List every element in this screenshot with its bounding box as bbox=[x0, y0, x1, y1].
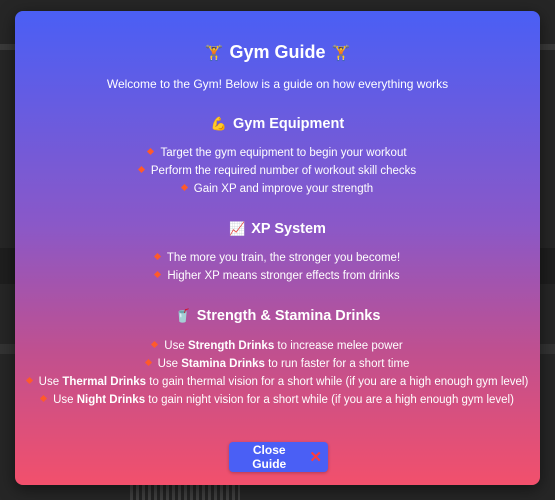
chart-increasing-icon: 📈 bbox=[229, 221, 246, 236]
list-item: Target the gym equipment to begin your w… bbox=[15, 144, 540, 162]
close-guide-button[interactable]: Close Guide ✕ bbox=[229, 442, 328, 472]
section-title-text: XP System bbox=[251, 221, 326, 237]
close-guide-label: Close Guide bbox=[252, 443, 287, 471]
bullet-icon bbox=[137, 165, 145, 174]
background-sign bbox=[130, 484, 240, 500]
gym-guide-modal: 🏋 Gym Guide 🏋 Welcome to the Gym! Below is… bbox=[15, 11, 540, 485]
flexed-biceps-icon: 💪 bbox=[210, 116, 227, 131]
close-icon: ✕ bbox=[309, 448, 322, 466]
section-title-text: Strength & Stamina Drinks bbox=[196, 308, 381, 324]
bullet-icon bbox=[144, 358, 152, 367]
list-item: Use Night Drinks to gain night vision fo… bbox=[15, 391, 540, 409]
modal-title: 🏋 Gym Guide 🏋 bbox=[15, 41, 540, 65]
section-title-gym-equipment: 💪 Gym Equipment bbox=[15, 115, 540, 133]
bullet-icon bbox=[180, 183, 188, 192]
bullet-icon bbox=[151, 340, 159, 349]
section-title-text: Gym Equipment bbox=[233, 116, 345, 132]
list-item: Use Strength Drinks to increase melee po… bbox=[15, 337, 540, 355]
bullet-icon bbox=[25, 376, 33, 385]
modal-subtitle: Welcome to the Gym! Below is a guide on … bbox=[106, 77, 449, 91]
section-title-drinks: 🥤 Strength & Stamina Drinks bbox=[15, 307, 540, 325]
cup-with-straw-icon: 🥤 bbox=[174, 308, 191, 323]
drinks-list: Use Strength Drinks to increase melee po… bbox=[15, 337, 540, 409]
bullet-icon bbox=[40, 394, 48, 403]
list-item: Use Thermal Drinks to gain thermal visio… bbox=[15, 373, 540, 391]
dumbbell-icon: 🏋 bbox=[331, 45, 351, 62]
modal-title-text: Gym Guide bbox=[229, 42, 326, 62]
list-item: Use Stamina Drinks to run faster for a s… bbox=[15, 355, 540, 373]
bullet-icon bbox=[153, 252, 161, 261]
list-item: Gain XP and improve your strength bbox=[15, 180, 540, 198]
list-item: The more you train, the stronger you bec… bbox=[15, 249, 540, 267]
section-title-xp-system: 📈 XP System bbox=[15, 220, 540, 238]
xp-system-list: The more you train, the stronger you bec… bbox=[15, 249, 540, 285]
gym-equipment-list: Target the gym equipment to begin your w… bbox=[15, 144, 540, 198]
bullet-icon bbox=[154, 270, 162, 279]
bullet-icon bbox=[147, 147, 155, 156]
list-item: Higher XP means stronger effects from dr… bbox=[15, 267, 540, 285]
dumbbell-icon: 🏋 bbox=[204, 45, 224, 62]
list-item: Perform the required number of workout s… bbox=[15, 162, 540, 180]
